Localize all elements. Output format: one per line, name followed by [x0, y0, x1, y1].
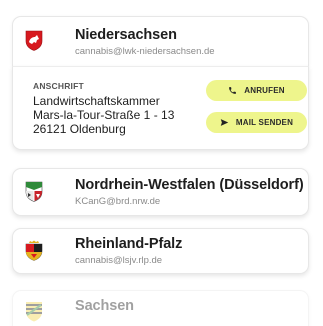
- address-label: ANSCHRIFT: [33, 81, 84, 91]
- sachsen-crest-icon: [25, 301, 43, 322]
- state-name: Nordrhein-Westfalen (Düsseldorf): [75, 177, 304, 193]
- send-mail-button-label: MAIL SENDEN: [235, 118, 294, 127]
- state-email: cannabis@lwk-niedersachsen.de: [75, 46, 215, 57]
- state-card-nordrhein-westfalen[interactable]: Nordrhein-Westfalen (Düsseldorf) KCanG@b…: [12, 168, 309, 216]
- address-line: Landwirtschaftskammer: [33, 94, 160, 108]
- state-name: Niedersachsen: [75, 27, 177, 43]
- state-email: cannabis@lsjv.rlp.de: [75, 255, 163, 266]
- state-card-rheinland-pfalz[interactable]: Rheinland-Pfalz cannabis@lsjv.rlp.de: [12, 228, 309, 274]
- phone-icon: [228, 86, 237, 95]
- nrw-crest-icon: [25, 181, 43, 202]
- state-card-sachsen[interactable]: Sachsen: [12, 290, 309, 326]
- state-name: Sachsen: [75, 298, 134, 314]
- call-button[interactable]: ANRUFEN: [206, 80, 307, 101]
- niedersachsen-crest-icon: [25, 30, 43, 51]
- send-mail-button[interactable]: MAIL SENDEN: [206, 112, 307, 133]
- state-details-niedersachsen: ANSCHRIFT Landwirtschaftskammer Mars-la-…: [12, 66, 309, 150]
- state-email: KCanG@brd.nrw.de: [75, 196, 161, 207]
- address-line: Mars-la-Tour-Straße 1 - 13: [33, 108, 175, 122]
- call-button-label: ANRUFEN: [244, 86, 285, 95]
- state-name: Rheinland-Pfalz: [75, 236, 183, 252]
- send-icon: [220, 118, 229, 127]
- rheinland-pfalz-crest-icon: [25, 240, 43, 261]
- state-card-niedersachsen[interactable]: Niedersachsen cannabis@lwk-niedersachsen…: [12, 16, 309, 66]
- address-line: 26121 Oldenburg: [33, 122, 126, 136]
- authority-list: Niedersachsen cannabis@lwk-niedersachsen…: [0, 0, 323, 326]
